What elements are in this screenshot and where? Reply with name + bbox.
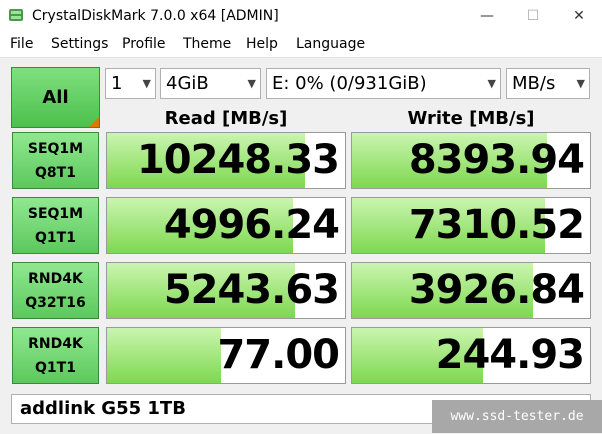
menu-file[interactable]: File: [10, 36, 33, 52]
read-value: 77.00: [217, 332, 340, 378]
write-result: 3926.84: [351, 262, 591, 319]
test-button-rnd4k-q32t16[interactable]: RND4K Q32T16: [12, 262, 99, 319]
chevron-down-icon: ▼: [487, 77, 496, 90]
test-params: Q1T1: [35, 230, 76, 246]
test-params: Q32T16: [25, 295, 86, 311]
write-value: 3926.84: [408, 267, 585, 313]
read-value: 4996.24: [163, 202, 340, 248]
menu-help[interactable]: Help: [246, 36, 278, 52]
chevron-down-icon: ▼: [142, 77, 151, 90]
read-result: 77.00: [106, 327, 346, 384]
test-button-rnd4k-q1t1[interactable]: RND4K Q1T1: [12, 327, 99, 384]
window-title: CrystalDiskMark 7.0.0 x64 [ADMIN]: [32, 8, 279, 24]
read-bar: [107, 328, 222, 383]
test-button-seq1m-q1t1[interactable]: SEQ1M Q1T1: [12, 197, 99, 254]
menu-profile[interactable]: Profile: [122, 36, 166, 52]
size-select[interactable]: 4GiB ▼: [160, 68, 261, 99]
chevron-down-icon: ▼: [247, 77, 256, 90]
menu-language[interactable]: Language: [296, 36, 365, 52]
test-name: RND4K: [28, 271, 83, 287]
test-params: Q1T1: [35, 360, 76, 376]
minimize-button[interactable]: —: [464, 0, 510, 32]
write-result: 7310.52: [351, 197, 591, 254]
read-result: 10248.33: [106, 132, 346, 189]
write-result: 8393.94: [351, 132, 591, 189]
write-value: 244.93: [435, 332, 585, 378]
drive-select[interactable]: E: 0% (0/931GiB) ▼: [266, 68, 501, 99]
read-result: 5243.63: [106, 262, 346, 319]
test-name: SEQ1M: [27, 206, 84, 222]
write-value: 8393.94: [408, 137, 585, 183]
unit-value: MB/s: [512, 73, 556, 94]
read-value: 5243.63: [163, 267, 340, 313]
drive-value: E: 0% (0/931GiB): [272, 73, 427, 94]
all-button[interactable]: All: [11, 67, 100, 128]
read-value: 10248.33: [136, 137, 340, 183]
write-header: Write [MB/s]: [407, 108, 535, 129]
menu-settings[interactable]: Settings: [51, 36, 108, 52]
watermark: www.ssd-tester.de: [432, 400, 602, 433]
read-result: 4996.24: [106, 197, 346, 254]
write-result: 244.93: [351, 327, 591, 384]
close-button[interactable]: ✕: [556, 0, 602, 32]
title-bar: CrystalDiskMark 7.0.0 x64 [ADMIN] — ☐ ✕: [0, 0, 602, 32]
test-name: RND4K: [28, 336, 83, 352]
all-button-label: All: [42, 87, 69, 108]
test-name: SEQ1M: [27, 141, 84, 157]
count-select[interactable]: 1 ▼: [105, 68, 156, 99]
maximize-button[interactable]: ☐: [510, 0, 556, 32]
size-value: 4GiB: [166, 73, 209, 94]
write-value: 7310.52: [408, 202, 585, 248]
menu-bar: File Settings Profile Theme Help Languag…: [0, 32, 602, 57]
test-button-seq1m-q8t1[interactable]: SEQ1M Q8T1: [12, 132, 99, 189]
app-icon: [9, 9, 23, 21]
read-header: Read [MB/s]: [164, 108, 288, 129]
menu-theme[interactable]: Theme: [183, 36, 231, 52]
test-params: Q8T1: [35, 165, 76, 181]
chevron-down-icon: ▼: [576, 77, 585, 90]
unit-select[interactable]: MB/s ▼: [506, 68, 590, 99]
count-value: 1: [111, 73, 123, 94]
corner-marker-icon: [89, 117, 99, 127]
